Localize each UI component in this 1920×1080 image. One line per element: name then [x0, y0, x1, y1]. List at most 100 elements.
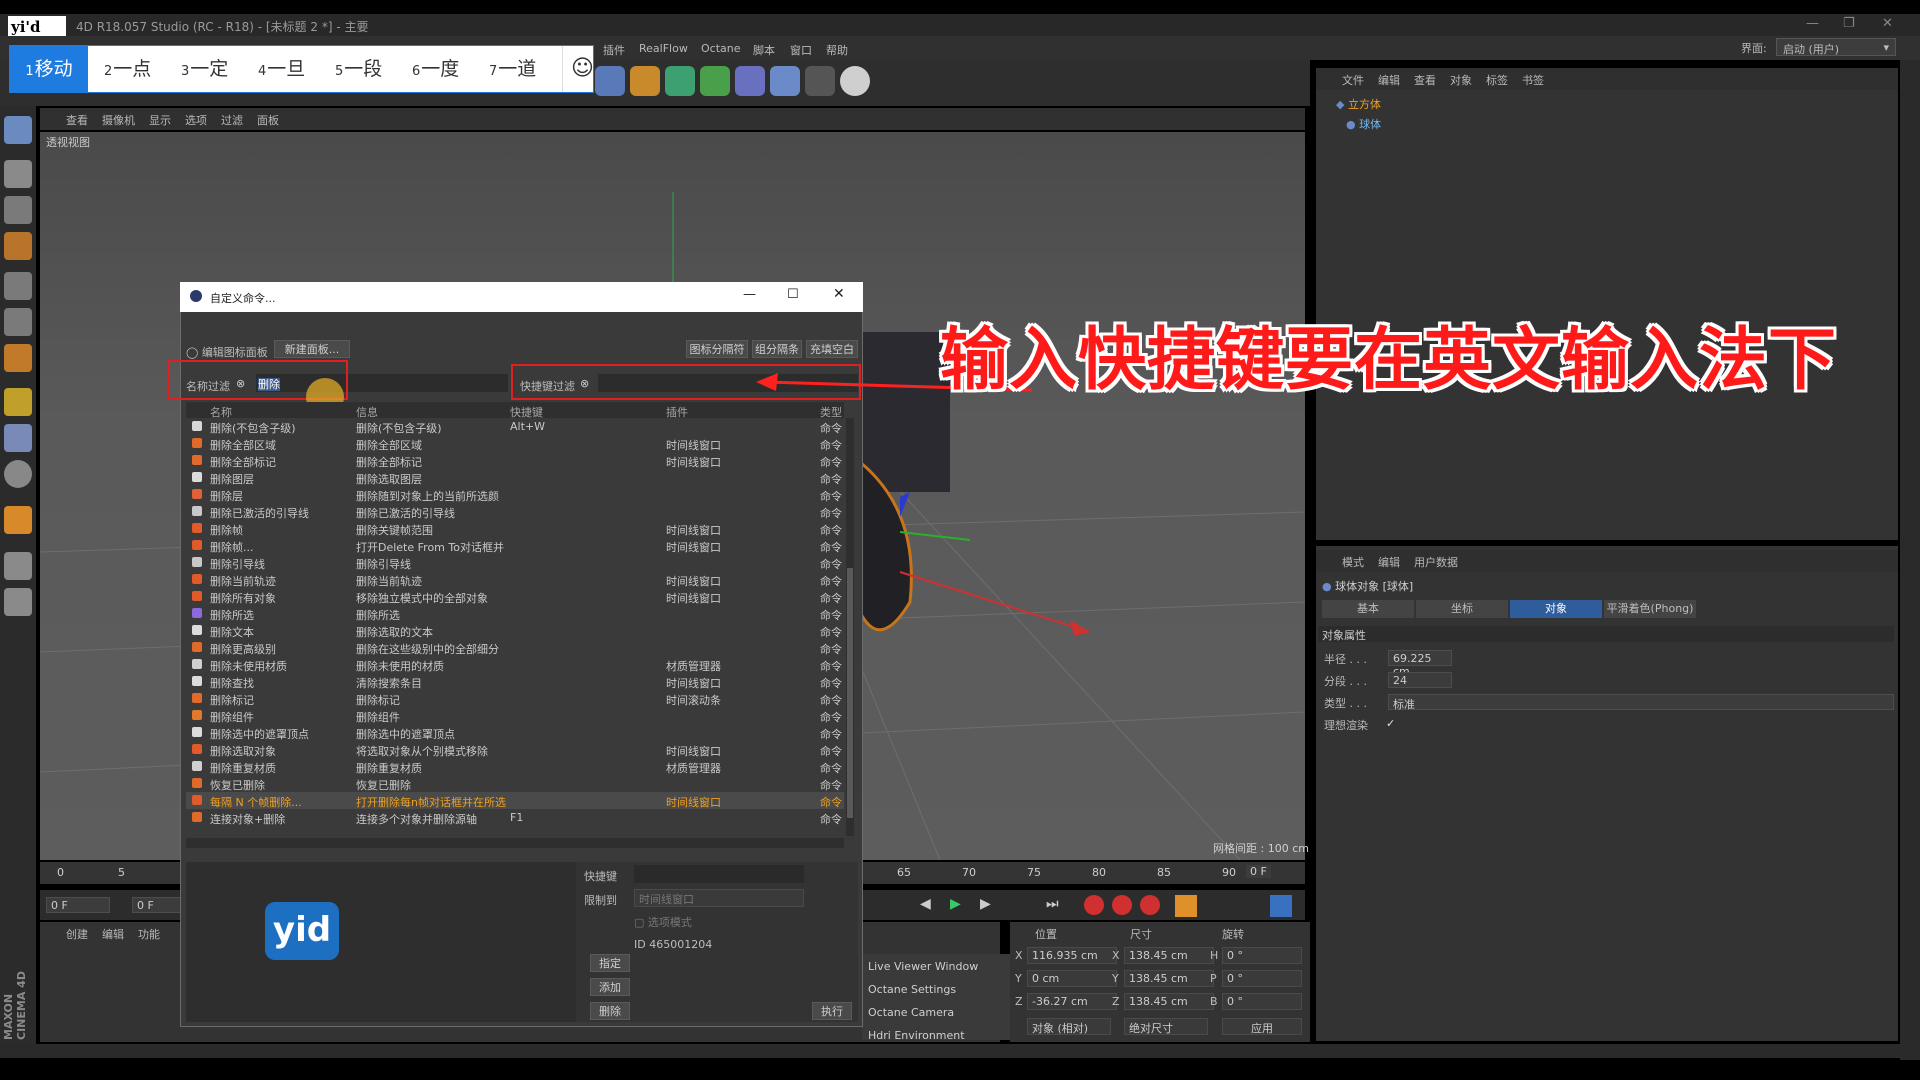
menu-octane[interactable]: Octane [701, 42, 741, 55]
vertical-scrollbar[interactable] [846, 418, 854, 836]
ime-candidate-7[interactable]: 7一道 [489, 46, 536, 92]
light-tool-icon[interactable] [840, 66, 870, 96]
nurbs-tool-icon[interactable] [665, 66, 695, 96]
size-x-field[interactable]: 138.45 cm [1124, 947, 1214, 964]
group-separator-button[interactable]: 组分隔条 [752, 340, 802, 358]
dialog-maximize-icon[interactable]: ☐ [787, 287, 799, 302]
table-row[interactable]: 删除更高级别 删除在这些级别中的全部细分 命令 [186, 639, 844, 656]
tab-phong[interactable]: 平滑着色(Phong) [1604, 600, 1696, 618]
table-row[interactable]: 删除全部区域 删除全部区域 时间线窗口 命令 [186, 435, 844, 452]
ime-candidate-1[interactable]: 1移动 [10, 46, 88, 92]
key-help-icon[interactable] [1140, 895, 1160, 915]
camera-tool-icon[interactable] [805, 66, 835, 96]
attr-menu-userdata[interactable]: 用户数据 [1414, 554, 1458, 570]
vp-menu-view[interactable]: 查看 [66, 112, 88, 128]
pen-tool-icon[interactable] [595, 66, 625, 96]
assign-button[interactable]: 指定 [590, 954, 630, 972]
record-icon[interactable] [1084, 895, 1104, 915]
table-row[interactable]: 删除未使用材质 删除未使用的材质 材质管理器 命令 [186, 656, 844, 673]
shortcut-input[interactable] [634, 865, 804, 883]
table-row[interactable]: 删除帧... 打开Delete From To对话框并 时间线窗口 命令 [186, 537, 844, 554]
apply-button[interactable]: 应用 [1222, 1018, 1302, 1035]
attr-menu-mode[interactable]: 模式 [1342, 554, 1364, 570]
vp-menu-display[interactable]: 显示 [149, 112, 171, 128]
z-axis-handle[interactable] [900, 492, 910, 517]
octane-settings[interactable]: Octane Settings [868, 983, 956, 996]
icon-separator-button[interactable]: 图标分隔符 [686, 340, 748, 358]
minimize-icon[interactable]: — [1806, 16, 1819, 31]
table-row[interactable]: 连接对象+删除 连接多个对象并删除源轴 F1 命令 [186, 809, 844, 826]
size-y-field[interactable]: 138.45 cm [1124, 970, 1214, 987]
mat-menu-edit[interactable]: 编辑 [102, 926, 124, 942]
execute-button[interactable]: 执行 [812, 1002, 852, 1020]
coord-mode-select[interactable]: 对象 (相对) [1027, 1018, 1111, 1035]
go-end-icon[interactable]: ⏭ [1046, 896, 1059, 912]
layout-select[interactable]: 启动 (用户) ▾ [1776, 38, 1896, 56]
workplane-icon[interactable] [4, 232, 32, 260]
pos-z-field[interactable]: -36.27 cm [1027, 993, 1117, 1010]
attr-menu-edit[interactable]: 编辑 [1378, 554, 1400, 570]
obj-menu-edit[interactable]: 编辑 [1378, 72, 1400, 88]
table-row[interactable]: 删除选中的遮罩顶点 删除选中的遮罩顶点 命令 [186, 724, 844, 741]
dialog-close-icon[interactable]: ✕ [833, 286, 845, 302]
table-row[interactable]: 删除(不包含子级) 删除(不包含子级) Alt+W 命令 [186, 418, 844, 435]
object-item-cube[interactable]: ◆ 立方体 [1336, 96, 1381, 112]
dialog-minimize-icon[interactable]: — [743, 287, 756, 302]
timeline-icon[interactable] [1270, 895, 1292, 917]
table-row[interactable]: 删除图层 删除选取图层 命令 [186, 469, 844, 486]
ime-candidate-5[interactable]: 5一段 [335, 46, 382, 92]
deformer-tool-icon[interactable] [735, 66, 765, 96]
render-perfect-checkbox[interactable]: ✓ [1386, 717, 1395, 730]
restore-icon[interactable]: ❐ [1843, 16, 1855, 31]
array-tool-icon[interactable] [700, 66, 730, 96]
delete-button[interactable]: 删除 [590, 1002, 630, 1020]
mat-menu-function[interactable]: 功能 [138, 926, 160, 942]
table-row[interactable]: 删除层 删除随到对象上的当前所选颜 命令 [186, 486, 844, 503]
vp-menu-panel[interactable]: 面板 [257, 112, 279, 128]
table-row[interactable]: 删除选取对象 将选取对象从个别模式移除 时间线窗口 命令 [186, 741, 844, 758]
polygons-mode-icon[interactable] [4, 344, 32, 372]
emoji-icon[interactable]: ☺ [562, 46, 594, 92]
table-row[interactable]: 删除帧 删除关键帧范围 时间线窗口 命令 [186, 520, 844, 537]
render-icon[interactable] [4, 116, 32, 144]
texture-mode-icon[interactable] [4, 196, 32, 224]
horizontal-scrollbar[interactable] [186, 838, 844, 848]
table-row[interactable]: 删除已激活的引导线 删除已激活的引导线 命令 [186, 503, 844, 520]
size-mode-select[interactable]: 绝对尺寸 [1124, 1018, 1208, 1035]
restrict-select[interactable]: 时间线窗口 [634, 889, 804, 907]
table-row[interactable]: 删除当前轨迹 删除当前轨迹 时间线窗口 命令 [186, 571, 844, 588]
pos-x-field[interactable]: 116.935 cm [1027, 947, 1117, 964]
table-row[interactable]: 删除重复材质 删除重复材质 材质管理器 命令 [186, 758, 844, 775]
table-row[interactable]: 删除组件 删除组件 命令 [186, 707, 844, 724]
obj-menu-object[interactable]: 对象 [1450, 72, 1472, 88]
type-select[interactable]: 标准 [1388, 694, 1894, 711]
octane-camera[interactable]: Octane Camera [868, 1006, 954, 1019]
table-row[interactable]: 删除标记 删除标记 时间滚动条 命令 [186, 690, 844, 707]
rot-h-field[interactable]: 0 ° [1222, 947, 1302, 964]
add-button[interactable]: 添加 [590, 978, 630, 996]
menu-script[interactable]: 脚本 [753, 42, 775, 58]
next-key-icon[interactable]: ▶ [980, 896, 991, 912]
menu-help[interactable]: 帮助 [826, 42, 848, 58]
option-mode-checkbox[interactable]: ▢ 选项模式 [634, 914, 692, 930]
scrollbar-thumb[interactable] [847, 568, 853, 818]
tab-basic[interactable]: 基本 [1322, 600, 1414, 618]
model-mode-icon[interactable] [4, 160, 32, 188]
obj-menu-view[interactable]: 查看 [1414, 72, 1436, 88]
floor-tool-icon[interactable] [770, 66, 800, 96]
table-row[interactable]: 恢复已删除 恢复已删除 命令 [186, 775, 844, 792]
lock-grid-icon[interactable] [4, 552, 32, 580]
menu-plugins[interactable]: 插件 [603, 42, 625, 58]
start-frame-field[interactable]: 0 F [46, 897, 110, 913]
table-row[interactable]: 每隔 N 个帧删除... 打开删除每n帧对话框并在所选 时间线窗口 命令 [186, 792, 844, 809]
menu-window[interactable]: 窗口 [790, 42, 812, 58]
table-row[interactable]: 删除所有对象 移除独立模式中的全部对象 时间线窗口 命令 [186, 588, 844, 605]
y-axis-handle[interactable] [899, 531, 971, 541]
tab-coord[interactable]: 坐标 [1416, 600, 1508, 618]
prev-key-icon[interactable]: ◀ [920, 896, 931, 912]
play-icon[interactable]: ▶ [950, 896, 961, 912]
spline-tool-icon[interactable] [630, 66, 660, 96]
rot-p-field[interactable]: 0 ° [1222, 970, 1302, 987]
octane-hdri[interactable]: Hdri Environment [868, 1029, 965, 1042]
menu-realflow[interactable]: RealFlow [639, 42, 688, 55]
